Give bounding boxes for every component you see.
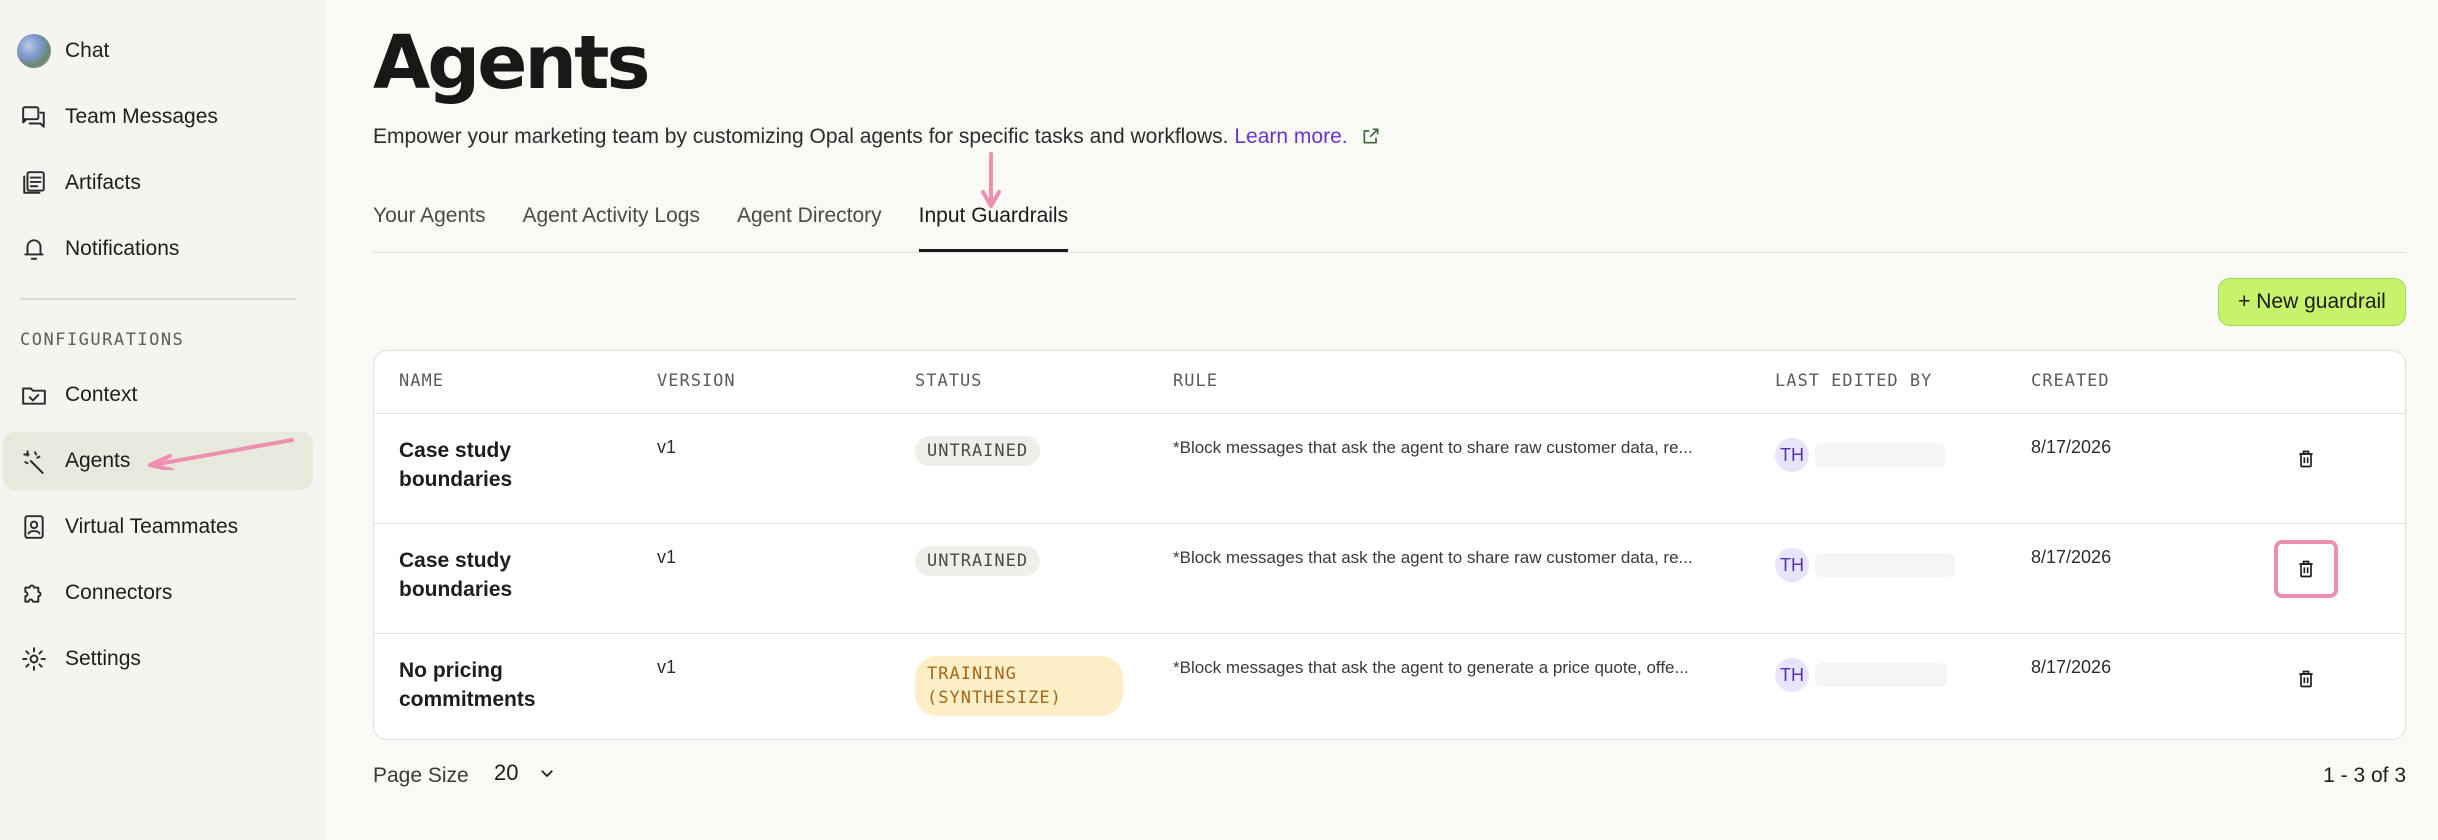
- sidebar-section-label: CONFIGURATIONS: [20, 330, 185, 350]
- sidebar-item-label: Artifacts: [65, 171, 141, 194]
- sidebar-item-chat[interactable]: Chat: [3, 22, 313, 80]
- delete-button[interactable]: [2274, 540, 2338, 598]
- tab-input-guardrails[interactable]: Input Guardrails: [918, 196, 1069, 252]
- guardrails-table: NAME VERSION STATUS RULE LAST EDITED BY …: [373, 350, 2406, 740]
- status-badge: UNTRAINED: [915, 436, 1041, 466]
- last-edited-by: TH: [1775, 658, 1947, 692]
- wand-icon: [19, 446, 49, 476]
- redacted-name: [1815, 553, 1955, 577]
- guardrail-version: v1: [657, 657, 677, 677]
- new-guardrail-button[interactable]: + New guardrail: [2218, 278, 2406, 326]
- trash-icon: [2299, 560, 2313, 578]
- puzzle-icon: [19, 578, 49, 608]
- chat-avatar-icon: [17, 34, 51, 68]
- delete-button[interactable]: [2274, 430, 2338, 488]
- avatar: TH: [1775, 438, 1809, 472]
- created-date: 8/17/2026: [2031, 547, 2112, 567]
- bell-icon: [19, 234, 49, 264]
- chevron-down-icon: [541, 770, 554, 778]
- sidebar-divider: [20, 298, 296, 300]
- tab-your-agents[interactable]: Your Agents: [373, 196, 486, 252]
- guardrail-name[interactable]: Case study boundaries: [399, 436, 579, 494]
- tab-agent-directory[interactable]: Agent Directory: [737, 196, 882, 252]
- sidebar-item-label: Connectors: [65, 581, 173, 604]
- created-date: 8/17/2026: [2031, 657, 2112, 677]
- folder-check-icon: [19, 380, 49, 410]
- sidebar-item-label: Agents: [65, 449, 131, 472]
- description-text: Empower your marketing team by customizi…: [373, 125, 1229, 148]
- tabs-divider: [373, 252, 2406, 253]
- column-header-rule[interactable]: RULE: [1173, 371, 1218, 391]
- delete-button[interactable]: [2274, 650, 2338, 708]
- column-header-created[interactable]: CREATED: [2031, 371, 2110, 391]
- status-badge: UNTRAINED: [915, 546, 1041, 576]
- sidebar-item-label: Team Messages: [65, 105, 218, 128]
- badge-person-icon: [19, 512, 49, 542]
- sidebar-item-context[interactable]: Context: [3, 366, 313, 424]
- page-size-value: 20: [494, 760, 519, 785]
- table-row[interactable]: No pricing commitments v1 TRAINING (SYNT…: [374, 633, 2405, 739]
- page-size-select[interactable]: 20: [494, 760, 556, 786]
- sidebar-item-team-messages[interactable]: Team Messages: [3, 88, 313, 146]
- sidebar-item-notifications[interactable]: Notifications: [3, 220, 313, 278]
- messages-icon: [19, 102, 49, 132]
- external-link-icon[interactable]: [1361, 126, 1381, 152]
- avatar: TH: [1775, 658, 1809, 692]
- tab-agent-activity-logs[interactable]: Agent Activity Logs: [523, 196, 700, 252]
- guardrail-rule: *Block messages that ask the agent to sh…: [1173, 548, 1693, 567]
- created-date: 8/17/2026: [2031, 437, 2112, 457]
- status-badge: TRAINING (SYNTHESIZE): [915, 656, 1123, 716]
- redacted-name: [1815, 663, 1947, 687]
- trash-icon: [2299, 450, 2313, 468]
- column-header-last-edited-by[interactable]: LAST EDITED BY: [1775, 371, 1932, 391]
- sidebar-item-label: Notifications: [65, 237, 180, 260]
- avatar: TH: [1775, 548, 1809, 582]
- tab-bar: Your Agents Agent Activity Logs Agent Di…: [373, 196, 1105, 252]
- learn-more-link[interactable]: Learn more.: [1234, 125, 1347, 148]
- sidebar-item-agents[interactable]: Agents: [3, 432, 313, 490]
- guardrail-name[interactable]: Case study boundaries: [399, 546, 579, 604]
- sidebar-item-virtual-teammates[interactable]: Virtual Teammates: [3, 498, 313, 556]
- artifacts-icon: [19, 168, 49, 198]
- sidebar-item-label: Chat: [65, 39, 110, 62]
- gear-icon: [19, 644, 49, 674]
- page-description: Empower your marketing team by customizi…: [373, 125, 1381, 152]
- last-edited-by: TH: [1775, 548, 1955, 582]
- trash-icon: [2299, 670, 2313, 688]
- sidebar-item-connectors[interactable]: Connectors: [3, 564, 313, 622]
- pagination-info: 1 - 3 of 3: [2323, 764, 2406, 787]
- sidebar: Chat Team Messages Artifacts Notificatio…: [0, 0, 326, 840]
- redacted-name: [1815, 443, 1945, 467]
- guardrail-version: v1: [657, 547, 677, 567]
- column-header-name[interactable]: NAME: [399, 371, 444, 391]
- sidebar-item-artifacts[interactable]: Artifacts: [3, 154, 313, 212]
- guardrail-version: v1: [657, 437, 677, 457]
- guardrail-name[interactable]: No pricing commitments: [399, 656, 579, 714]
- page-title: Agents: [373, 20, 651, 106]
- sidebar-item-label: Settings: [65, 647, 141, 670]
- guardrail-rule: *Block messages that ask the agent to sh…: [1173, 438, 1693, 457]
- table-row[interactable]: Case study boundaries v1 UNTRAINED *Bloc…: [374, 523, 2405, 634]
- sidebar-item-label: Context: [65, 383, 138, 406]
- last-edited-by: TH: [1775, 438, 1945, 472]
- sidebar-item-label: Virtual Teammates: [65, 515, 239, 538]
- guardrail-rule: *Block messages that ask the agent to ge…: [1173, 658, 1689, 677]
- column-header-version[interactable]: VERSION: [657, 371, 736, 391]
- table-row[interactable]: Case study boundaries v1 UNTRAINED *Bloc…: [374, 413, 2405, 524]
- column-header-status[interactable]: STATUS: [915, 371, 982, 391]
- page-size-label: Page Size: [373, 764, 469, 787]
- sidebar-item-settings[interactable]: Settings: [3, 630, 313, 688]
